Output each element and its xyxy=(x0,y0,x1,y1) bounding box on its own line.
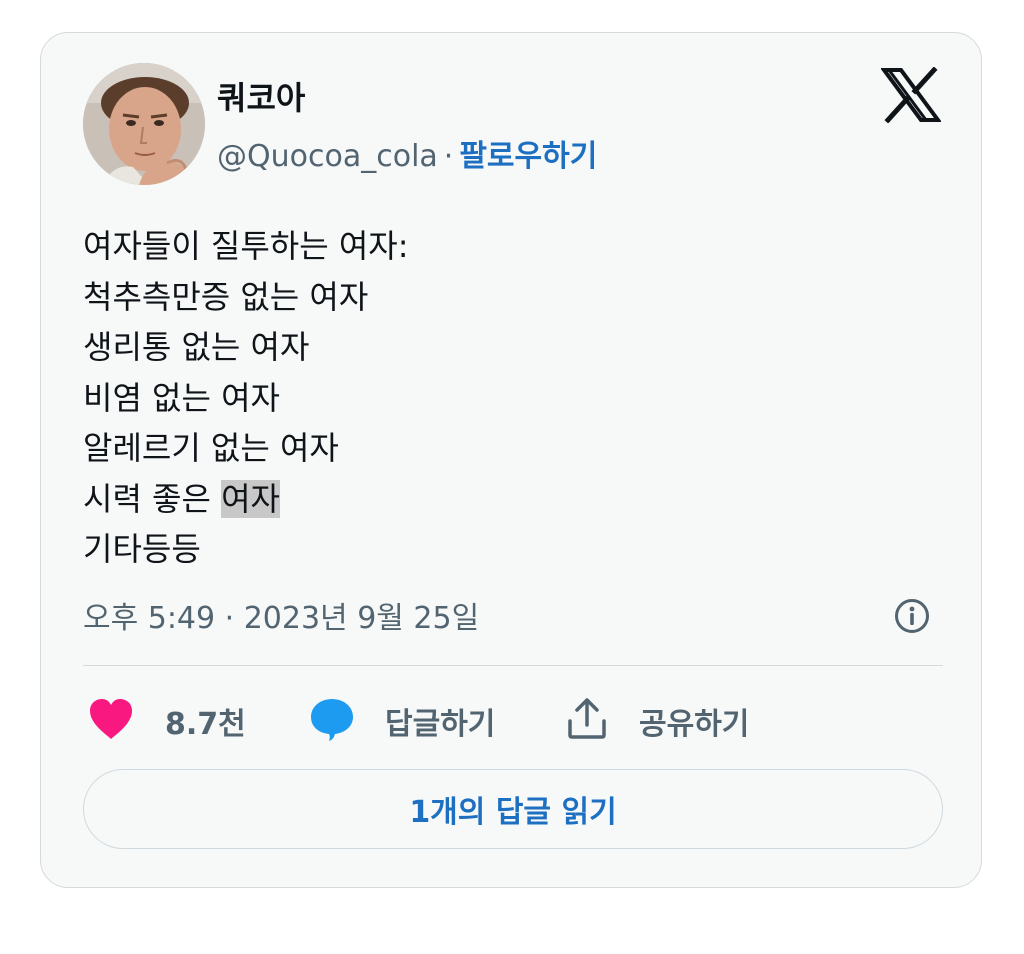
author-handle-row: @Quocoa_cola · 팔로우하기 xyxy=(217,131,597,175)
like-count: 8.7천 xyxy=(165,707,246,742)
separator-dot: · xyxy=(443,139,454,174)
tweet-line-text: 시력 좋은 xyxy=(83,479,222,518)
tweet-card: 쿼코아 @Quocoa_cola · 팔로우하기 여자들이 질투하는 여자: 척추측… xyxy=(40,32,982,888)
tweet-line: 여자들이 질투하는 여자: xyxy=(83,227,409,265)
reply-button[interactable]: 답글하기 xyxy=(309,693,495,749)
share-button[interactable]: 공유하기 xyxy=(565,693,749,749)
tweet-timestamp[interactable]: 오후 5:49 · 2023년 9월 25일 xyxy=(83,593,479,637)
x-logo-icon[interactable] xyxy=(880,66,942,124)
tweet-line: 기타등등 xyxy=(83,530,201,568)
speech-bubble-icon xyxy=(309,696,355,746)
share-upload-icon xyxy=(565,697,609,745)
heart-icon xyxy=(87,697,135,745)
highlighted-text: 여자 xyxy=(221,479,280,518)
read-replies-button[interactable]: 1개의 답글 읽기 xyxy=(83,769,943,849)
reply-label: 답글하기 xyxy=(385,707,496,742)
tweet-line: 척추측만증 없는 여자 xyxy=(83,277,369,316)
tweet-line: 알레르기 없는 여자 xyxy=(83,429,339,467)
like-button[interactable]: 8.7천 xyxy=(87,693,246,749)
tweet-line: 시력 좋은 여자 xyxy=(83,474,943,525)
follow-button[interactable]: 팔로우하기 xyxy=(459,139,597,174)
tweet-line: 생리통 없는 여자 xyxy=(83,328,310,366)
tweet-text: 여자들이 질투하는 여자: 척추측만증 없는 여자 생리통 없는 여자 비염 없… xyxy=(83,221,943,575)
share-label: 공유하기 xyxy=(639,707,750,742)
author-display-name[interactable]: 쿼코아 xyxy=(217,73,305,119)
avatar[interactable] xyxy=(83,63,205,185)
author-handle[interactable]: @Quocoa_cola xyxy=(217,139,438,174)
tweet-line: 비염 없는 여자 xyxy=(83,378,280,417)
divider xyxy=(83,665,943,666)
info-icon[interactable] xyxy=(893,597,931,635)
